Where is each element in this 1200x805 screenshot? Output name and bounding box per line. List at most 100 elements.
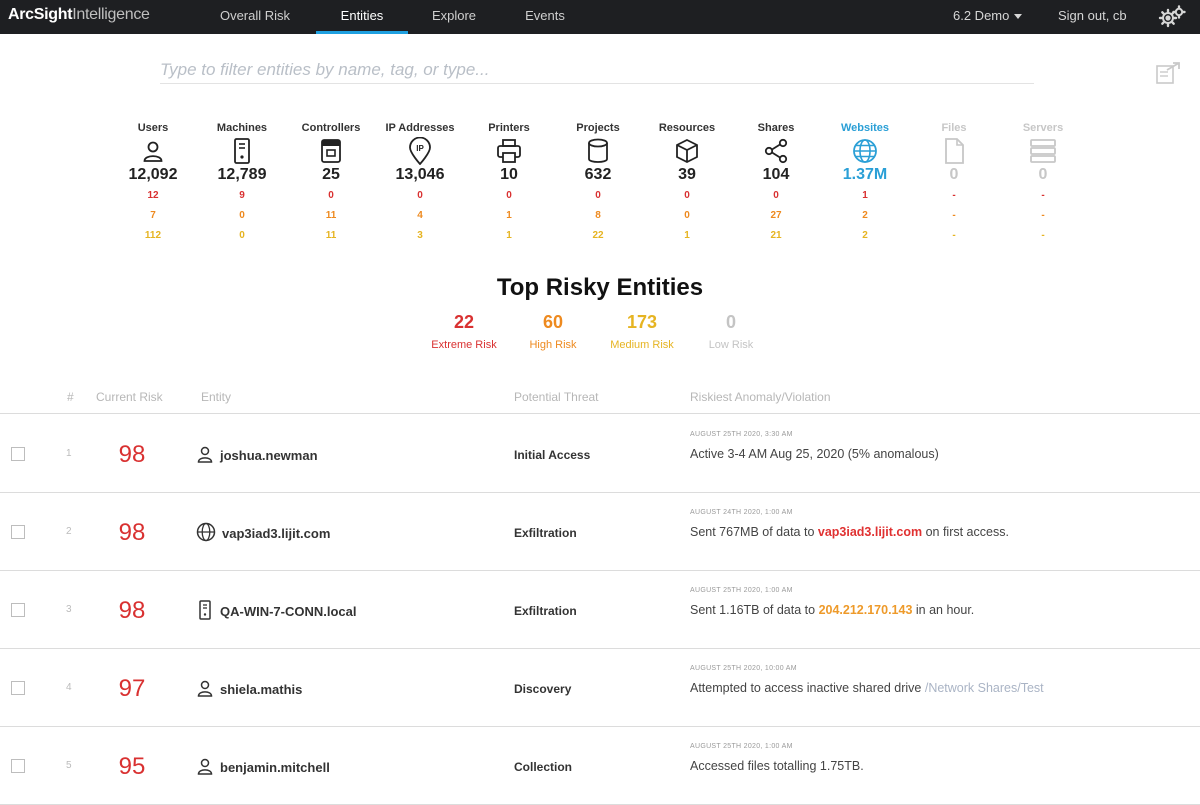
risk-summary-high[interactable]: 60 High Risk	[508, 312, 598, 351]
entity-link[interactable]: shiela.mathis	[196, 680, 302, 698]
table-row[interactable]: 2 98 vap3iad3.lijit.com Exfiltration AUG…	[0, 493, 1200, 571]
row-checkbox[interactable]	[11, 447, 25, 461]
anomaly-text[interactable]: Attempted to access inactive shared driv…	[690, 681, 1044, 695]
medium-count: 2	[862, 230, 868, 241]
brand-name-bold: ArcSight	[8, 6, 73, 23]
top-navbar: ArcSightIntelligence Overall Risk Entiti…	[0, 0, 1200, 34]
risk-summary-label: High Risk	[529, 339, 577, 351]
risk-summary-extreme[interactable]: 22 Extreme Risk	[419, 312, 509, 351]
risk-table-header: # Current Risk Entity Potential Threat R…	[0, 380, 1200, 414]
category-machines[interactable]: Machines 12,789 9 0 0	[197, 122, 287, 246]
risk-summary-value: 22	[453, 312, 475, 332]
tab-overall-risk[interactable]: Overall Risk	[210, 0, 300, 34]
category-label: Machines	[216, 122, 268, 134]
anomaly-text[interactable]: Sent 1.16TB of data to 204.212.170.143 i…	[690, 603, 974, 617]
anomaly-text-before: Sent 767MB of data to	[690, 525, 818, 539]
entity-categories: Users 12,092 12 7 112 Machines 12,789 9 …	[108, 122, 1088, 252]
extreme-count: 0	[595, 190, 601, 201]
category-label: Controllers	[301, 122, 361, 134]
machine-icon	[196, 599, 220, 623]
anomaly-text[interactable]: Accessed files totalling 1.75TB.	[690, 759, 864, 773]
row-checkbox[interactable]	[11, 603, 25, 617]
category-printers[interactable]: Printers 10 0 1 1	[464, 122, 554, 246]
category-count: 104	[762, 166, 790, 183]
file-icon	[909, 136, 999, 166]
col-anomaly-header[interactable]: Riskiest Anomaly/Violation	[690, 390, 831, 404]
medium-count: 112	[144, 230, 162, 241]
risk-summary-low[interactable]: 0 Low Risk	[686, 312, 776, 351]
col-entity-header[interactable]: Entity	[201, 390, 231, 404]
category-resources[interactable]: Resources 39 0 0 1	[642, 122, 732, 246]
row-checkbox[interactable]	[11, 759, 25, 773]
category-count: 39	[678, 166, 696, 183]
anomaly-highlight-ip[interactable]: 204.212.170.143	[819, 603, 913, 617]
category-label: IP Addresses	[385, 122, 455, 134]
anomaly-date: AUGUST 24TH 2020, 1:00 AM	[690, 509, 793, 516]
category-files[interactable]: Files 0 - - -	[909, 122, 999, 246]
brand-logo[interactable]: ArcSightIntelligence	[8, 6, 150, 24]
table-row[interactable]: 3 98 QA-WIN-7-CONN.local Exfiltration AU…	[0, 571, 1200, 649]
col-rank-header[interactable]: #	[67, 390, 74, 404]
machine-icon	[197, 136, 287, 166]
anomaly-highlight-path[interactable]: /Network Shares/Test	[925, 681, 1044, 695]
top-risky-title: Top Risky Entities	[496, 274, 704, 301]
category-shares[interactable]: Shares 104 0 27 21	[731, 122, 821, 246]
col-current-risk-header[interactable]: Current Risk	[96, 390, 163, 404]
entity-name: QA-WIN-7-CONN.local	[220, 603, 357, 619]
risk-score: 98	[118, 597, 146, 624]
tab-entities[interactable]: Entities	[316, 0, 408, 34]
category-label: Servers	[1022, 122, 1064, 134]
table-row[interactable]: 4 97 shiela.mathis Discovery AUGUST 25TH…	[0, 649, 1200, 727]
tab-events[interactable]: Events	[510, 0, 580, 34]
risk-score: 98	[118, 441, 146, 468]
high-count: 7	[150, 210, 156, 221]
risk-summary-label: Extreme Risk	[431, 339, 497, 351]
ip-pin-icon: IP	[375, 136, 465, 166]
category-users[interactable]: Users 12,092 12 7 112	[108, 122, 198, 246]
high-count: -	[1041, 210, 1045, 221]
settings-gear-icon[interactable]	[1158, 5, 1186, 29]
sign-out-link[interactable]: Sign out, cb	[1058, 0, 1127, 34]
risk-summary-label: Medium Risk	[610, 339, 674, 351]
anomaly-highlight-domain[interactable]: vap3iad3.lijit.com	[818, 525, 922, 539]
category-label: Printers	[488, 122, 530, 134]
entity-link[interactable]: QA-WIN-7-CONN.local	[196, 599, 357, 623]
demo-dropdown[interactable]: 6.2 Demo	[953, 0, 1023, 34]
table-row[interactable]: 5 95 benjamin.mitchell Collection AUGUST…	[0, 727, 1200, 805]
table-row[interactable]: 1 98 joshua.newman Initial Access AUGUST…	[0, 415, 1200, 493]
row-checkbox[interactable]	[11, 525, 25, 539]
category-servers[interactable]: Servers 0 - - -	[998, 122, 1088, 246]
anomaly-date: AUGUST 25TH 2020, 10:00 AM	[690, 665, 797, 672]
medium-count: 22	[592, 230, 604, 241]
entity-link[interactable]: joshua.newman	[196, 446, 318, 464]
export-icon[interactable]	[1155, 60, 1183, 86]
category-projects[interactable]: Projects 632 0 8 22	[553, 122, 643, 246]
col-threat-header[interactable]: Potential Threat	[514, 390, 599, 404]
row-checkbox[interactable]	[11, 681, 25, 695]
medium-count: -	[952, 230, 956, 241]
tab-explore[interactable]: Explore	[420, 0, 488, 34]
share-icon	[731, 136, 821, 166]
risk-score: 97	[118, 675, 146, 702]
high-count: 1	[506, 210, 512, 221]
risk-summary-label: Low Risk	[708, 339, 754, 351]
user-icon	[196, 679, 220, 700]
category-label: Files	[941, 122, 967, 134]
anomaly-text[interactable]: Active 3-4 AM Aug 25, 2020 (5% anomalous…	[690, 447, 939, 461]
chevron-down-icon	[1014, 14, 1023, 20]
high-count: -	[952, 210, 956, 221]
entity-filter-input[interactable]	[160, 56, 1034, 84]
category-count: 12,092	[128, 166, 178, 183]
anomaly-text[interactable]: Sent 767MB of data to vap3iad3.lijit.com…	[690, 525, 1009, 539]
high-count: 27	[770, 210, 782, 221]
extreme-count: -	[952, 190, 956, 201]
entity-link[interactable]: vap3iad3.lijit.com	[196, 522, 330, 542]
category-controllers[interactable]: Controllers 25 0 11 11	[286, 122, 376, 246]
risk-summary-medium[interactable]: 173 Medium Risk	[597, 312, 687, 351]
category-websites[interactable]: Websites 1.37M 1 2 2	[820, 122, 910, 246]
medium-count: -	[1041, 230, 1045, 241]
category-count: 632	[584, 166, 612, 183]
category-count: 25	[322, 166, 340, 183]
entity-link[interactable]: benjamin.mitchell	[196, 758, 330, 776]
category-ip-addresses[interactable]: IP Addresses IP 13,046 0 4 3	[375, 122, 465, 246]
